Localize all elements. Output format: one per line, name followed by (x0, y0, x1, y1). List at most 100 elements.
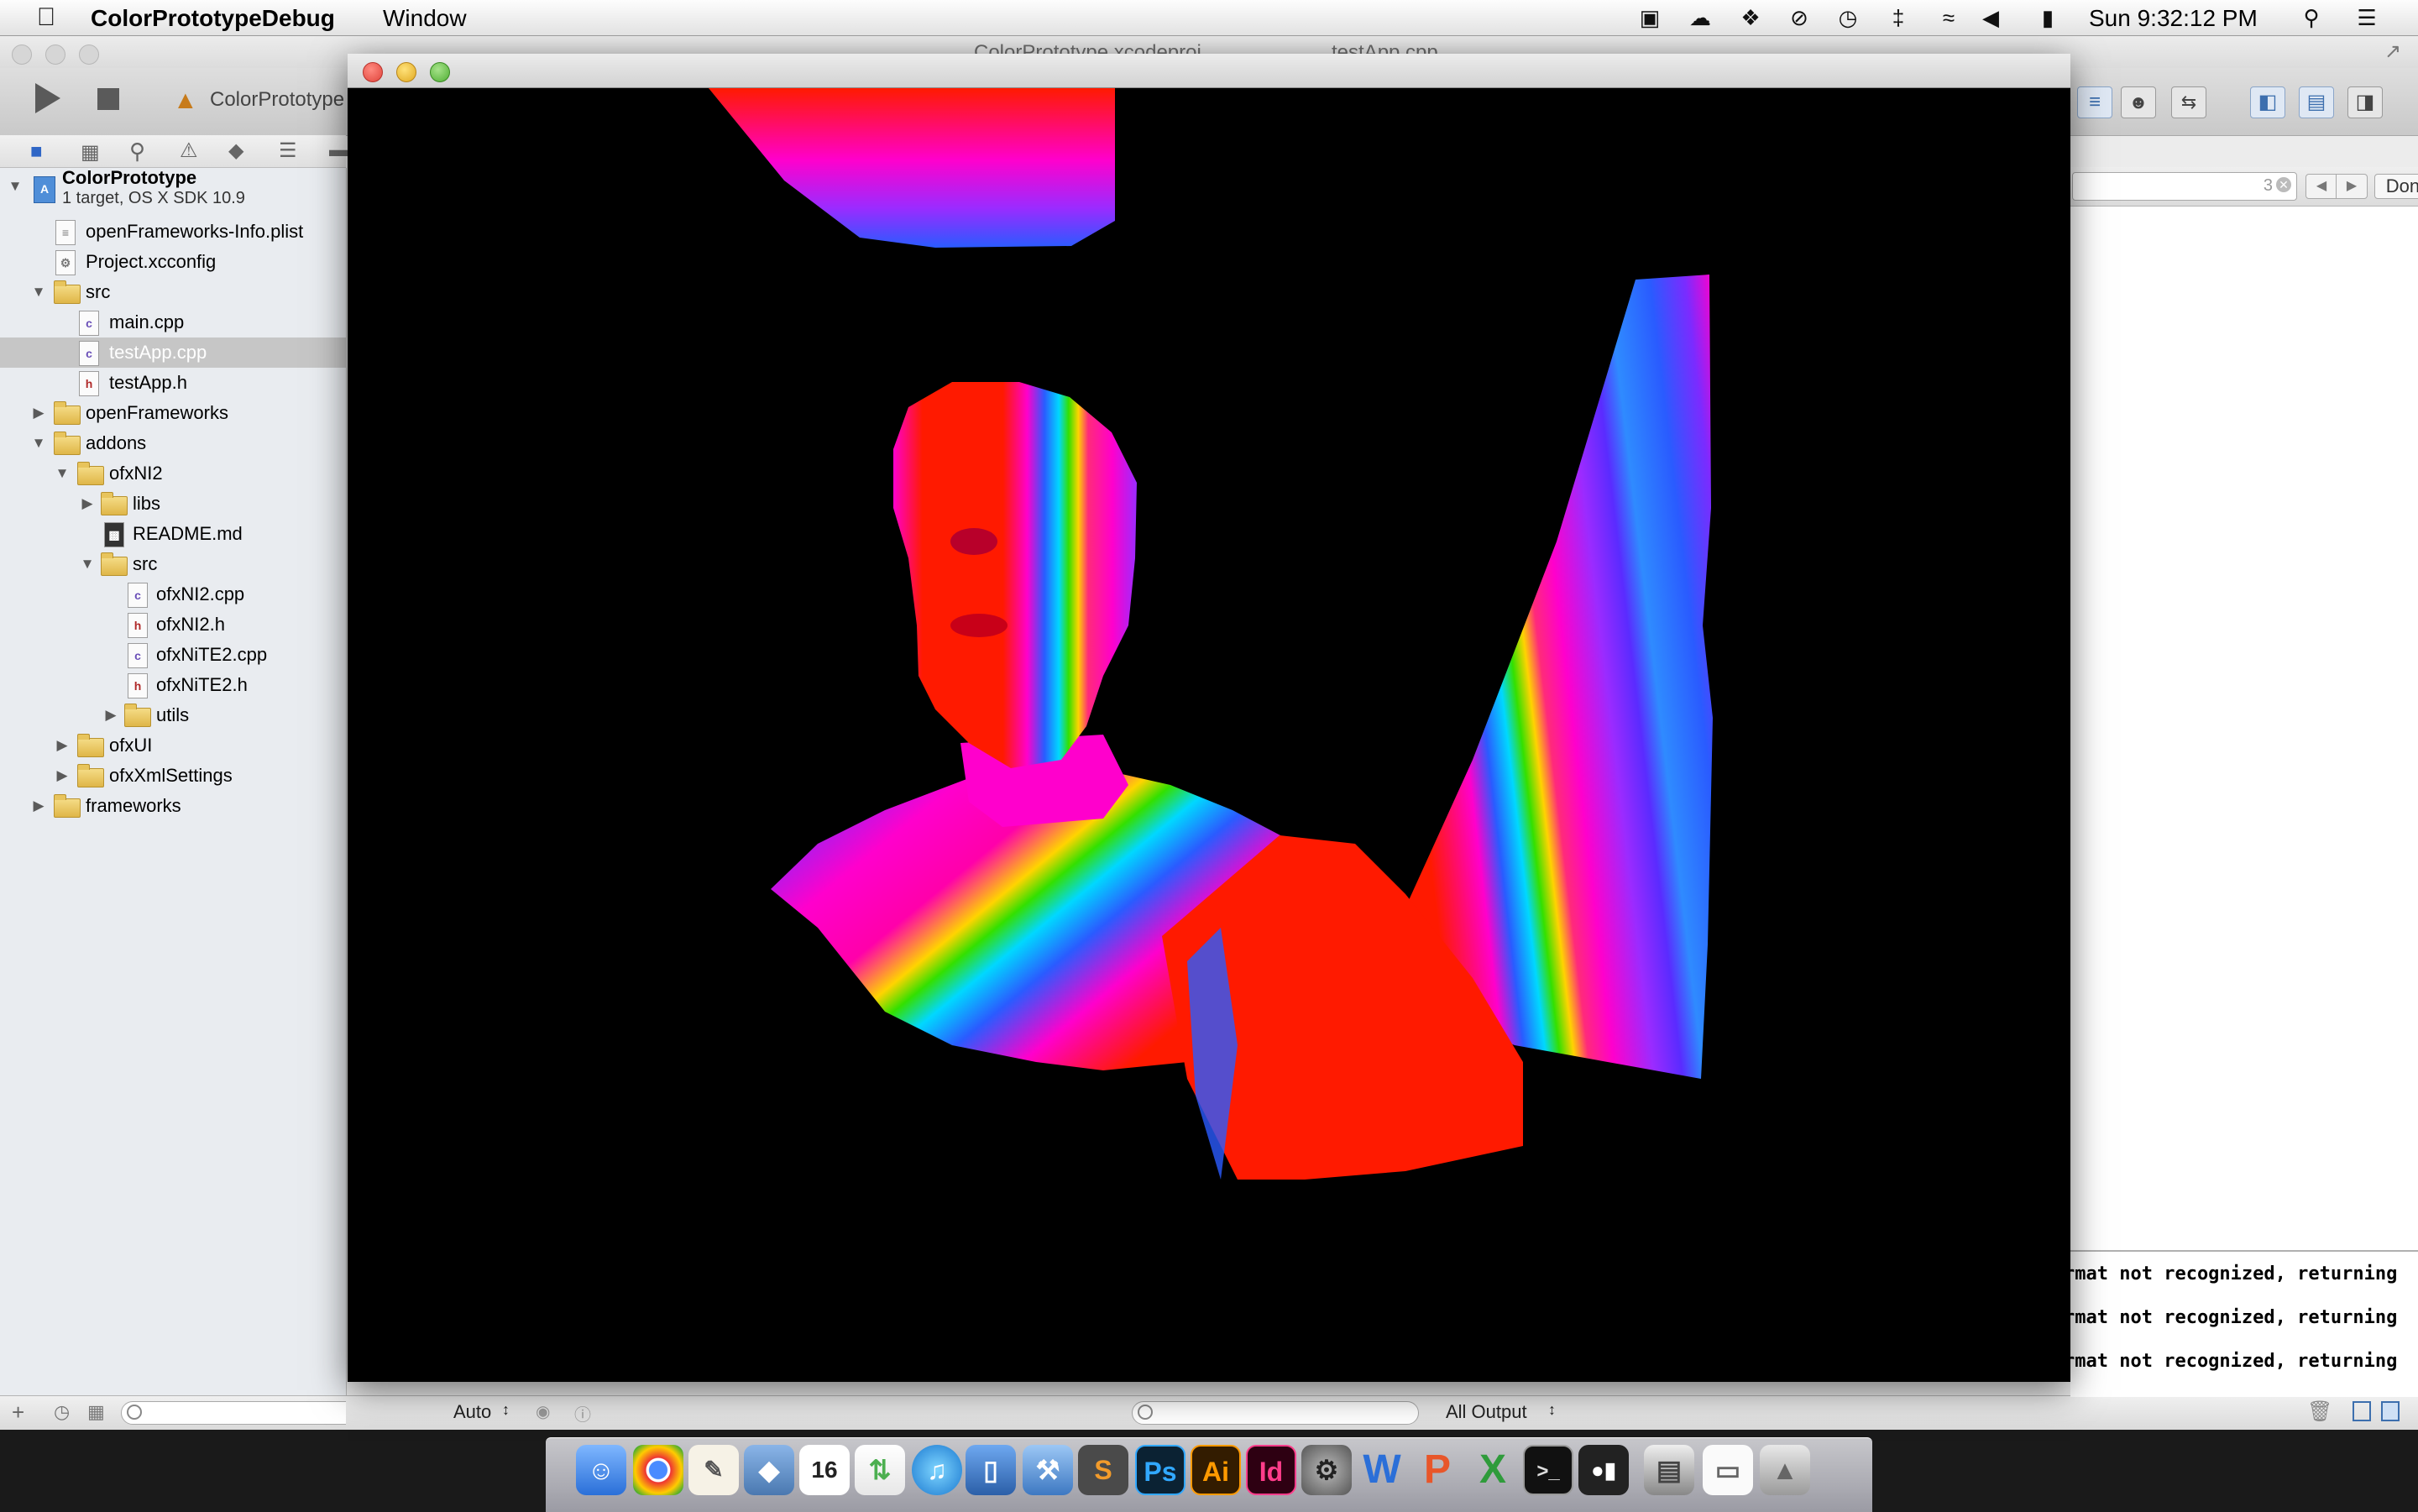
file-row-selected[interactable]: c testApp.cpp (0, 337, 346, 368)
group-row[interactable]: ▶ frameworks (0, 791, 346, 821)
creative-cloud-icon[interactable]: ☁ (1684, 3, 1716, 33)
terminal-icon[interactable]: >_ (1523, 1445, 1573, 1495)
system-preferences-icon[interactable]: ⚙ (1301, 1445, 1352, 1495)
disclosure-closed-icon[interactable]: ▶ (30, 791, 47, 821)
word-icon[interactable]: W (1357, 1445, 1407, 1495)
next-match-icon[interactable]: ▶ (2336, 174, 2368, 199)
volume-icon[interactable]: ◀ (1975, 3, 2007, 33)
disclosure-closed-icon[interactable]: ▶ (54, 730, 71, 761)
disclosure-open-icon[interactable]: ▼ (7, 171, 24, 201)
minimize-button[interactable] (45, 44, 65, 65)
file-row[interactable]: c ofxNiTE2.cpp (0, 640, 346, 670)
trash-icon[interactable]: ▲ (1760, 1445, 1810, 1495)
file-row[interactable]: c main.cpp (0, 307, 346, 337)
file-row[interactable]: h ofxNI2.h (0, 610, 346, 640)
depth-render-canvas[interactable] (348, 88, 2070, 1382)
navigator-toggle-icon[interactable]: ◧ (2250, 86, 2285, 118)
disclosure-open-icon[interactable]: ▼ (79, 549, 96, 579)
variables-filter-input[interactable] (1132, 1401, 1419, 1425)
test-navigator-icon[interactable]: ◆ (228, 139, 243, 163)
project-navigator-icon[interactable]: ■ (30, 140, 43, 164)
keynote-icon[interactable]: ▯ (966, 1445, 1016, 1495)
disclosure-open-icon[interactable]: ▼ (54, 458, 71, 489)
symbol-navigator-icon[interactable]: ▦ (81, 140, 100, 165)
dropbox-icon[interactable]: ❖ (1735, 3, 1766, 33)
run-icon[interactable] (35, 83, 60, 113)
disclosure-open-icon[interactable]: ▼ (30, 428, 47, 458)
file-row[interactable]: ▩ README.md (0, 519, 346, 549)
apple-menu-icon[interactable]:  (30, 3, 62, 33)
group-row[interactable]: ▶ ofxXmlSettings (0, 761, 346, 791)
disclosure-closed-icon[interactable]: ▶ (54, 761, 71, 791)
battery-icon[interactable]: ▮ (2032, 3, 2064, 33)
chrome-icon[interactable] (633, 1445, 683, 1495)
zoom-button[interactable] (79, 44, 99, 65)
wifi-icon[interactable]: ≈ (1933, 3, 1965, 33)
menu-clock[interactable]: Sun 9:32:12 PM (2089, 3, 2258, 34)
finder-icon[interactable]: ☺ (576, 1445, 626, 1495)
zoom-button[interactable] (430, 62, 450, 82)
file-row[interactable]: h testApp.h (0, 368, 346, 398)
photoshop-icon[interactable]: Ps (1135, 1445, 1185, 1495)
quick-look-icon[interactable]: ◉ (536, 1401, 550, 1422)
previous-match-icon[interactable]: ◀ (2305, 174, 2337, 199)
xcode-icon[interactable]: ⚒ (1023, 1445, 1073, 1495)
clear-icon[interactable]: ✕ (2276, 177, 2291, 192)
fullscreen-icon[interactable]: ↗ (2384, 39, 2401, 64)
issue-navigator-icon[interactable]: ⚠ (180, 139, 198, 163)
breakpoint-navigator-icon[interactable]: ▬ (329, 139, 349, 162)
group-row[interactable]: ▼ ofxNI2 (0, 458, 346, 489)
close-button[interactable] (363, 62, 383, 82)
variables-view-toggle-icon[interactable] (2353, 1401, 2371, 1421)
scheme-selector[interactable]: ColorPrototype (210, 88, 344, 112)
group-row[interactable]: ▶ openFrameworks (0, 398, 346, 428)
version-editor-icon[interactable]: ⇆ (2171, 86, 2206, 118)
add-icon[interactable]: + (12, 1400, 24, 1426)
group-row[interactable]: ▶ ofxUI (0, 730, 346, 761)
calendar-icon[interactable]: 16 (799, 1445, 850, 1495)
of-debug-app-icon[interactable]: ●▮ (1578, 1445, 1629, 1495)
file-row[interactable]: ⚙ Project.xcconfig (0, 247, 346, 277)
textedit-icon[interactable]: ✎ (688, 1445, 739, 1495)
preview-icon[interactable]: ◆ (744, 1445, 794, 1495)
notification-center-icon[interactable]: ☰ (2351, 3, 2383, 33)
info-icon[interactable]: ⓘ (574, 1401, 591, 1426)
downloads-stack-icon[interactable]: ▭ (1703, 1445, 1753, 1495)
file-row[interactable]: ≡ openFrameworks-Info.plist (0, 217, 346, 247)
illustrator-icon[interactable]: Ai (1191, 1445, 1241, 1495)
group-row[interactable]: ▼ src (0, 549, 346, 579)
variables-scope-select[interactable]: Auto (453, 1401, 491, 1423)
itunes-icon[interactable]: ♫ (912, 1445, 962, 1495)
indesign-icon[interactable]: Id (1246, 1445, 1296, 1495)
console-output-select[interactable]: All Output (1446, 1401, 1527, 1423)
debug-area-toggle-icon[interactable]: ▤ (2299, 86, 2334, 118)
console-view-toggle-icon[interactable] (2381, 1401, 2400, 1421)
file-row[interactable]: c ofxNI2.cpp (0, 579, 346, 610)
trash-icon[interactable]: 🗑 (2307, 1400, 2332, 1424)
disclosure-open-icon[interactable]: ▼ (30, 277, 47, 307)
close-button[interactable] (12, 44, 32, 65)
window-menu[interactable]: Window (383, 3, 467, 34)
scm-filter-icon[interactable]: ▦ (87, 1401, 105, 1423)
sync-icon[interactable]: ⊘ (1783, 3, 1815, 33)
utilities-folder-icon[interactable]: ▤ (1644, 1445, 1694, 1495)
utilities-toggle-icon[interactable]: ◨ (2347, 86, 2383, 118)
group-row[interactable]: ▶ utils (0, 700, 346, 730)
powerpoint-icon[interactable]: P (1412, 1445, 1463, 1495)
group-row[interactable]: ▶ libs (0, 489, 346, 519)
bluetooth-icon[interactable]: ‡ (1882, 3, 1914, 33)
recent-files-icon[interactable]: ◷ (54, 1401, 70, 1423)
project-root-row[interactable]: ▼ A ColorPrototype 1 target, OS X SDK 10… (0, 167, 346, 212)
spotlight-search-icon[interactable]: ⚲ (2295, 3, 2327, 33)
done-button[interactable]: Done (2374, 174, 2418, 199)
excel-icon[interactable]: X (1468, 1445, 1518, 1495)
sublime-icon[interactable]: S (1078, 1445, 1128, 1495)
screen-sharing-icon[interactable]: ▣ (1634, 3, 1666, 33)
transmit-icon[interactable]: ⇅ (855, 1445, 905, 1495)
find-input[interactable]: 3 ✕ (2072, 172, 2297, 201)
disclosure-closed-icon[interactable]: ▶ (79, 489, 96, 519)
standard-editor-icon[interactable]: ≡ (2077, 86, 2112, 118)
minimize-button[interactable] (396, 62, 416, 82)
disclosure-closed-icon[interactable]: ▶ (102, 700, 119, 730)
app-menu[interactable]: ColorPrototypeDebug (91, 3, 335, 34)
